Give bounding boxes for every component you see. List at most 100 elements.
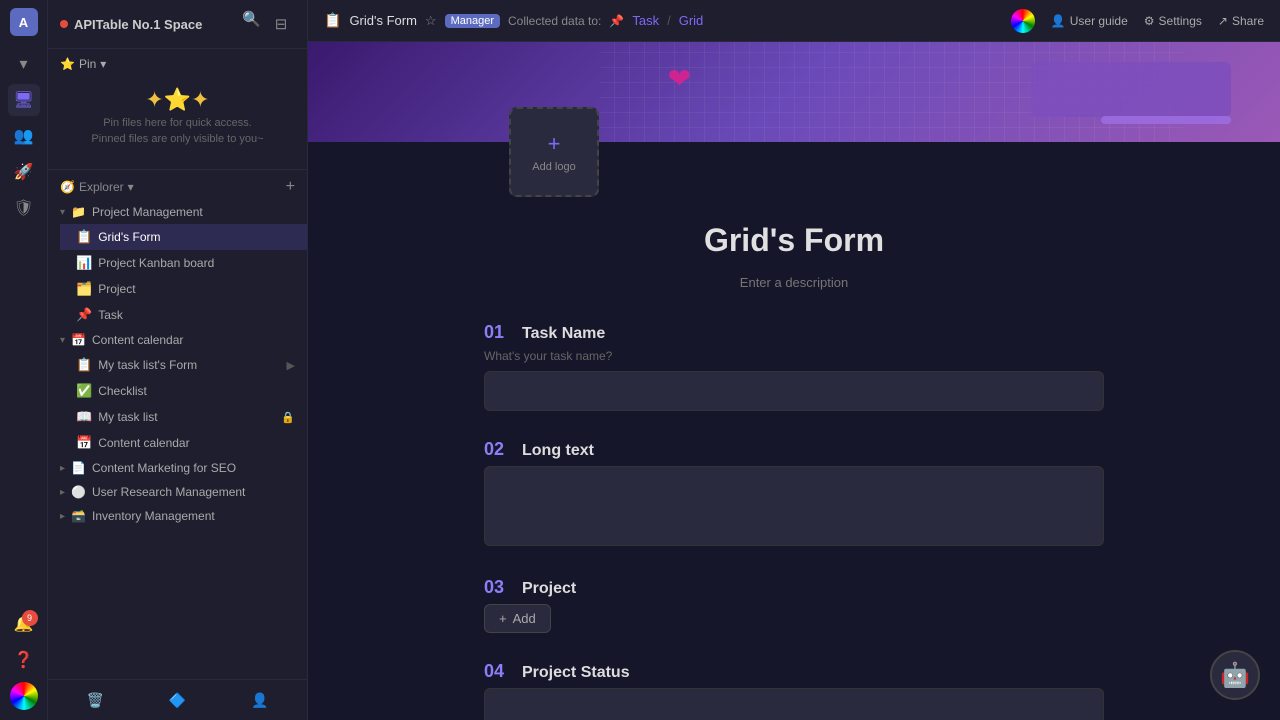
pin-header[interactable]: ⭐ Pin ▾ [60, 57, 295, 71]
group-label-inventory: Inventory Management [92, 509, 215, 523]
user-guide-btn[interactable]: 👤 User guide [1051, 14, 1128, 28]
item-action-my-task-form: ▶ [287, 359, 295, 372]
rainbow-circle [10, 682, 38, 710]
help-icon-btn[interactable]: ❓ [8, 644, 40, 676]
banner-purple-line [1101, 116, 1231, 124]
space-name: APITable No.1 Space [74, 17, 202, 32]
collected-text: Collected data to: [508, 14, 601, 28]
field-num-project-status: 04 [484, 661, 512, 682]
explorer-label: Explorer [79, 180, 124, 194]
field-header-long-text: 02 Long text [484, 439, 1104, 460]
field-input-project-status[interactable] [484, 688, 1104, 720]
group-arrow-icon-user-research: ▸ [60, 487, 65, 498]
item-label-my-task-form: My task list's Form [98, 358, 280, 372]
sidebar-item-my-task-form[interactable]: 📋 My task list's Form ▶ [60, 352, 307, 378]
add-node-btn[interactable]: + [286, 178, 295, 196]
explorer-section: 🧭 Explorer ▾ + ▾ 📁 Project Management 📋 … [48, 170, 307, 679]
explorer-icon: 🧭 [60, 180, 75, 194]
group-label-content-calendar: Content calendar [92, 333, 183, 347]
task-link[interactable]: Task [632, 13, 659, 28]
sidebar: APITable No.1 Space 🔍 ⊟ ⭐ Pin ▾ ✦⭐✦ Pin … [48, 0, 308, 720]
topbar-star-btn[interactable]: ☆ [425, 13, 437, 29]
item-label-checklist: Checklist [98, 384, 295, 398]
rainbow-avatar-btn[interactable] [1011, 9, 1035, 33]
main-area: 📋 Grid's Form ☆ Manager Collected data t… [308, 0, 1280, 720]
item-label-grids-form: Grid's Form [98, 230, 295, 244]
field-input-task-name[interactable] [484, 371, 1104, 411]
robot-help-btn[interactable]: 🤖 [1210, 650, 1260, 700]
field-label-project-status: Project Status [522, 664, 630, 682]
user-guide-icon: 👤 [1051, 14, 1066, 28]
sidebar-item-project[interactable]: 🗂️ Project [60, 276, 307, 302]
template-btn[interactable]: 🔷 [163, 686, 191, 714]
share-btn[interactable]: ↗ Share [1218, 14, 1264, 28]
explorer-toggle[interactable]: 🧭 Explorer ▾ [60, 180, 134, 194]
topbar-left: 📋 Grid's Form ☆ Manager Collected data t… [324, 12, 703, 29]
field-num-project: 03 [484, 577, 512, 598]
group-icon-project-management: 📁 [71, 205, 86, 219]
field-num-task-name: 01 [484, 322, 512, 343]
item-label-my-task-list: My task list [98, 410, 275, 424]
field-add-btn-project[interactable]: + Add [484, 604, 551, 633]
sidebar-item-grids-form[interactable]: 📋 Grid's Form [60, 224, 307, 250]
tree-group-header-inventory[interactable]: ▸ 🗃️ Inventory Management [48, 504, 307, 528]
settings-label: Settings [1159, 14, 1202, 28]
item-label-task: Task [98, 308, 295, 322]
group-arrow-icon: ▾ [60, 207, 65, 218]
notifications-btn[interactable]: 🔔 9 [8, 608, 40, 640]
add-project-label: Add [513, 611, 536, 626]
tree-group-header-project-management[interactable]: ▾ 📁 Project Management [48, 200, 307, 224]
pin-empty-line2: Pinned files are only visible to you~ [91, 133, 263, 145]
add-logo-label: Add logo [532, 161, 575, 173]
home-icon-btn[interactable]: 🖥 [8, 84, 40, 116]
rainbow-icon-btn[interactable] [8, 680, 40, 712]
add-logo-box[interactable]: + Add logo [509, 107, 599, 197]
tree-group-header-content-calendar[interactable]: ▾ 📅 Content calendar [48, 328, 307, 352]
field-project: 03 Project + Add [484, 577, 1104, 633]
share-label: Share [1232, 14, 1264, 28]
sidebar-item-my-task-list[interactable]: 📖 My task list 🔒 [60, 404, 307, 430]
field-textarea-long-text[interactable] [484, 466, 1104, 546]
form-description-input[interactable] [484, 275, 1104, 290]
item-label-project-kanban: Project Kanban board [98, 256, 295, 270]
tree-group-header-user-research[interactable]: ▸ ⚪ User Research Management [48, 480, 307, 504]
item-icon-project: 🗂️ [76, 281, 92, 297]
users-icon-btn[interactable]: 👥 [8, 120, 40, 152]
field-header-project-status: 04 Project Status [484, 661, 1104, 682]
sidebar-item-project-kanban[interactable]: 📊 Project Kanban board [60, 250, 307, 276]
tree-group-header-content-marketing[interactable]: ▸ 📄 Content Marketing for SEO [48, 456, 307, 480]
pin-label: Pin [79, 57, 96, 71]
group-arrow-icon-calendar: ▾ [60, 335, 65, 346]
sidebar-item-checklist[interactable]: ✅ Checklist [60, 378, 307, 404]
add-member-btn[interactable]: 👤 [246, 686, 274, 714]
rocket-icon-btn[interactable]: 🚀 [8, 156, 40, 188]
shield-icon-btn[interactable]: 🛡 [8, 192, 40, 224]
banner-purple-rect [1031, 62, 1231, 117]
sidebar-item-task[interactable]: 📌 Task [60, 302, 307, 328]
tree-group-project-management: ▾ 📁 Project Management 📋 Grid's Form 📊 P… [48, 200, 307, 328]
trash-btn[interactable]: 🗑️ [81, 686, 109, 714]
item-label-project: Project [98, 282, 295, 296]
pin-section: ⭐ Pin ▾ ✦⭐✦ Pin files here for quick acc… [48, 49, 307, 170]
settings-btn[interactable]: ⚙ Settings [1144, 14, 1202, 28]
field-header-task-name: 01 Task Name [484, 322, 1104, 343]
sidebar-header: APITable No.1 Space 🔍 ⊟ [48, 0, 307, 49]
sidebar-item-content-calendar[interactable]: 📅 Content calendar [60, 430, 307, 456]
icon-bar: A ▾ 🖥 👥 🚀 🛡 🔔 9 ❓ [0, 0, 48, 720]
avatar[interactable]: A [10, 8, 38, 36]
field-task-name: 01 Task Name What's your task name? [484, 322, 1104, 411]
tree-children-project-management: 📋 Grid's Form 📊 Project Kanban board 🗂️ … [48, 224, 307, 328]
user-guide-label: User guide [1070, 14, 1128, 28]
field-header-project: 03 Project [484, 577, 1104, 598]
search-icon[interactable]: 🔍 [242, 10, 261, 38]
collapse-btn[interactable]: ⊟ [267, 10, 295, 38]
field-label-project: Project [522, 580, 576, 598]
form-title-input[interactable] [484, 222, 1104, 259]
grid-link[interactable]: Grid [679, 13, 704, 28]
notification-badge: 9 [22, 610, 38, 626]
pin-icon: 📌 [609, 14, 624, 28]
group-label-content-marketing: Content Marketing for SEO [92, 461, 236, 475]
sidebar-toggle-btn[interactable]: ▾ [8, 48, 40, 80]
pin-chevron-icon: ▾ [100, 57, 106, 71]
settings-gear-icon: ⚙ [1144, 14, 1155, 28]
